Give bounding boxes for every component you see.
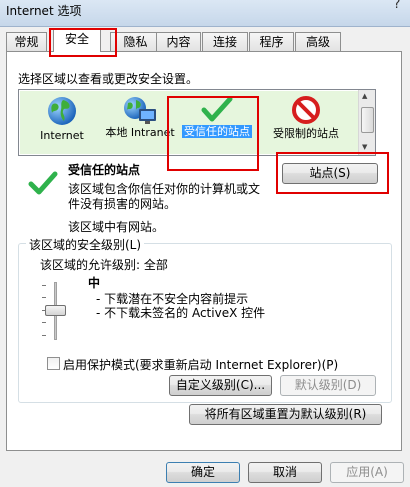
allowed-levels-text: 该区域的允许级别: 全部 (40, 258, 168, 272)
security-level-name: 中 (88, 276, 101, 290)
zone-list-area: Internet 本地 Intranet 受信任的站点 受限制的站点 (20, 91, 360, 154)
tab-privacy[interactable]: 隐私 (110, 32, 161, 51)
no-entry-icon (292, 96, 320, 124)
zone-restricted-sites[interactable]: 受限制的站点 (260, 91, 352, 154)
protected-mode-label[interactable]: 启用保护模式(要求重新启动 Internet Explorer)(P) (63, 356, 338, 373)
slider-tick (42, 322, 46, 323)
window-title: Internet 选项 (6, 4, 82, 18)
zone-detail-title: 受信任的站点 (68, 163, 141, 177)
zone-local-intranet[interactable]: 本地 Intranet (100, 91, 180, 154)
tab-security[interactable]: 安全 (53, 29, 101, 52)
protected-mode-checkbox[interactable] (47, 357, 60, 370)
zone-label-trusted-sites: 受信任的站点 (182, 125, 252, 138)
security-level-group-title: 该区域的安全级别(L) (26, 236, 145, 253)
slider-tick (42, 285, 46, 286)
apply-button[interactable]: 应用(A) (330, 462, 404, 483)
tab-connections[interactable]: 连接 (202, 32, 248, 51)
ok-button[interactable]: 确定 (166, 462, 240, 483)
sites-button[interactable]: 站点(S) (282, 163, 378, 184)
tab-general[interactable]: 常规 (6, 32, 47, 51)
zone-list-scrollbar[interactable]: ▲ ▼ (358, 90, 375, 155)
title-bar: Internet 选项 ? (0, 0, 410, 27)
tab-programs[interactable]: 程序 (249, 32, 294, 51)
globe-icon (48, 97, 76, 125)
scroll-up-icon[interactable]: ▲ (362, 92, 367, 100)
checkmark-icon (201, 96, 233, 122)
intranet-icon (124, 97, 156, 124)
trusted-zone-checkmark-icon (28, 171, 58, 195)
zone-label-local-intranet: 本地 Intranet (105, 126, 175, 139)
select-zone-instruction: 选择区域以查看或更改安全设置。 (18, 72, 199, 86)
security-level-slider-thumb[interactable] (45, 305, 66, 316)
zone-detail-description: 该区域包含你信任对你的计算机或文件没有损害的网站。 (68, 182, 261, 211)
security-level-bullet-2: - 不下载未签名的 ActiveX 控件 (96, 306, 266, 320)
tab-content[interactable]: 内容 (156, 32, 201, 51)
zone-internet[interactable]: Internet (26, 91, 98, 154)
default-level-button[interactable]: 默认级别(D) (280, 375, 376, 396)
help-button[interactable]: ? (386, 0, 408, 12)
slider-tick (42, 335, 46, 336)
zone-label-restricted-sites: 受限制的站点 (273, 127, 339, 140)
zone-list[interactable]: Internet 本地 Intranet 受信任的站点 受限制的站点 ▲ ▼ (18, 89, 376, 156)
scroll-down-icon[interactable]: ▼ (362, 143, 367, 151)
scroll-thumb[interactable] (361, 107, 374, 133)
zone-label-internet: Internet (40, 129, 84, 142)
custom-level-button[interactable]: 自定义级别(C)... (169, 375, 272, 396)
zone-sites-note: 该区域中有网站。 (68, 220, 165, 234)
reset-all-zones-button[interactable]: 将所有区域重置为默认级别(R) (189, 404, 382, 425)
tab-advanced[interactable]: 高级 (295, 32, 341, 51)
zone-trusted-sites[interactable]: 受信任的站点 (182, 91, 252, 154)
cancel-button[interactable]: 取消 (248, 462, 322, 483)
slider-tick (42, 297, 46, 298)
